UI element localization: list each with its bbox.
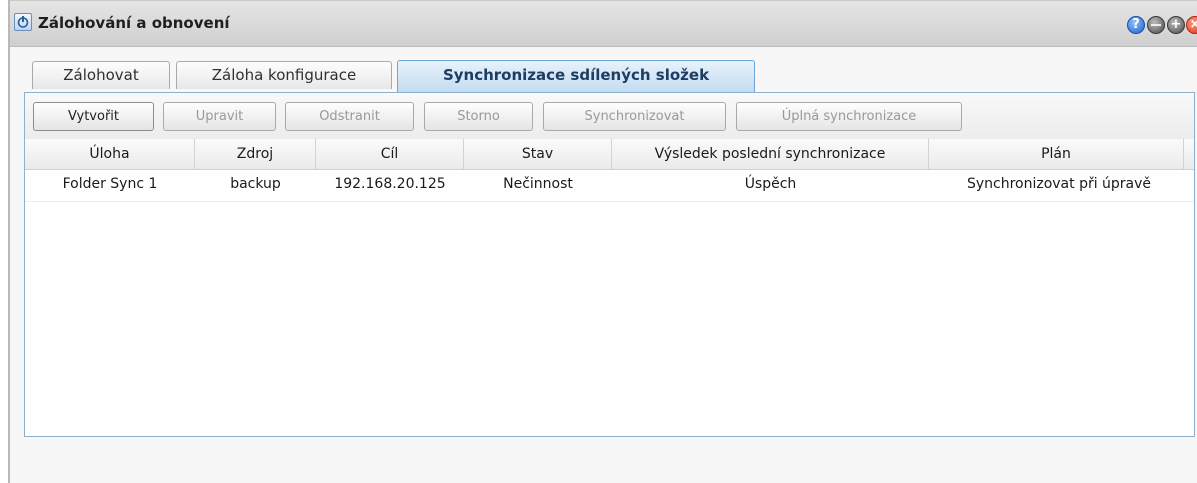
backup-app-icon — [14, 13, 32, 31]
window-title: Zálohování a obnovení — [38, 14, 230, 32]
cell-task: Folder Sync 1 — [62, 176, 158, 192]
tab-strip: Zálohovat Záloha konfigurace Synchroniza… — [24, 57, 1195, 93]
sync-button[interactable]: Synchronizovat — [543, 102, 726, 131]
backup-restore-window: Zálohování a obnovení ? + × Zálohovat Zá… — [10, 1, 1197, 483]
tab-backup[interactable]: Zálohovat — [32, 61, 170, 89]
table-header: Úloha Zdroj Cíl Stav Výsledek poslední s… — [25, 139, 1194, 170]
title-bar[interactable]: Zálohování a obnovení ? + × — [10, 1, 1197, 47]
maximize-icon[interactable]: + — [1167, 16, 1185, 34]
tab-shared-folder-sync[interactable]: Synchronizace sdílených složek — [397, 60, 755, 93]
create-button[interactable]: Vytvořit — [33, 102, 154, 131]
cell-status: Nečinnost — [503, 176, 573, 192]
close-icon[interactable]: × — [1186, 16, 1197, 34]
help-icon[interactable]: ? — [1127, 16, 1145, 34]
column-header-schedule[interactable]: Plán — [929, 139, 1184, 169]
full-sync-button[interactable]: Úplná synchronizace — [736, 102, 962, 131]
cell-source: backup — [230, 176, 281, 192]
toolbar: Vytvořit Upravit Odstranit Storno Synchr… — [25, 93, 1194, 140]
column-header-task[interactable]: Úloha — [25, 139, 195, 169]
column-header-last-result[interactable]: Výsledek poslední synchronizace — [612, 139, 929, 169]
table-row[interactable]: Folder Sync 1 backup 192.168.20.125 Neči… — [25, 169, 1194, 202]
minimize-icon[interactable] — [1147, 16, 1165, 34]
cell-last-result: Úspěch — [744, 176, 797, 192]
delete-button[interactable]: Odstranit — [285, 102, 414, 131]
cancel-button[interactable]: Storno — [424, 102, 533, 131]
cell-schedule: Synchronizovat při úpravě — [966, 176, 1152, 192]
edit-button[interactable]: Upravit — [163, 102, 276, 131]
column-header-source[interactable]: Zdroj — [195, 139, 316, 169]
tab-config-backup[interactable]: Záloha konfigurace — [176, 61, 392, 89]
column-header-status[interactable]: Stav — [464, 139, 612, 169]
shared-folder-sync-panel: Vytvořit Upravit Odstranit Storno Synchr… — [24, 92, 1195, 437]
column-header-target[interactable]: Cíl — [316, 139, 464, 169]
cell-target: 192.168.20.125 — [334, 176, 446, 192]
